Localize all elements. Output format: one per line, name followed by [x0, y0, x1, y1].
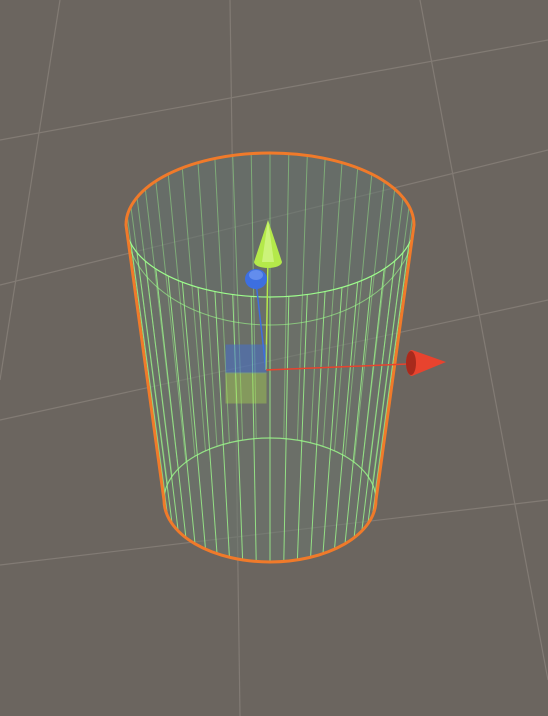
xz-plane-handle-icon[interactable]: [225, 372, 267, 404]
scene-canvas[interactable]: [0, 0, 548, 716]
scene-viewport[interactable]: [0, 0, 548, 716]
xy-plane-handle-icon[interactable]: [225, 344, 267, 374]
